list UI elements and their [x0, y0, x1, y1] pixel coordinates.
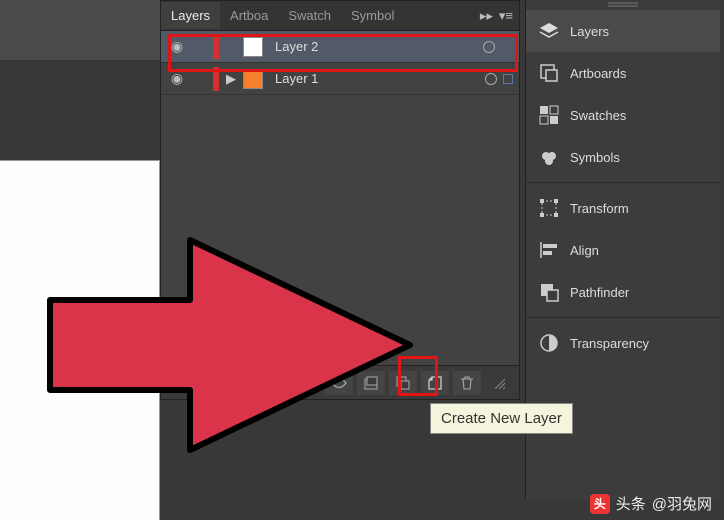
- trash-icon: [460, 376, 474, 390]
- layer-name-label[interactable]: Layer 1: [269, 71, 479, 86]
- target-icon[interactable]: [483, 41, 495, 53]
- new-layer-icon: [427, 376, 443, 390]
- visibility-toggle-icon[interactable]: ◉: [167, 70, 187, 87]
- sidebar-item-align[interactable]: Align: [526, 229, 720, 271]
- tab-symbols[interactable]: Symbol: [341, 2, 404, 29]
- sidebar-separator: [526, 317, 720, 318]
- visibility-toggle-icon[interactable]: ◉: [167, 38, 187, 55]
- make-clipping-mask-button[interactable]: [357, 371, 385, 395]
- locate-object-button[interactable]: [325, 371, 353, 395]
- sidebar-item-label: Symbols: [570, 150, 620, 165]
- layers-panel: Layers Artboa Swatch Symbol ▸▸ ▾≡ ◉ Laye…: [160, 0, 520, 400]
- swatches-icon: [538, 104, 560, 126]
- layer-thumbnail: [243, 37, 263, 57]
- transform-icon: [538, 197, 560, 219]
- layer-expand-toggle-icon[interactable]: ▶: [225, 71, 237, 87]
- watermark: 头 头条 @羽兔网: [590, 493, 712, 514]
- watermark-handle: @羽兔网: [652, 493, 712, 514]
- sidebar-item-transparency[interactable]: Transparency: [526, 322, 720, 364]
- tab-layers[interactable]: Layers: [161, 2, 220, 29]
- target-icon[interactable]: [485, 73, 497, 85]
- sidebar-item-label: Transform: [570, 201, 629, 216]
- panel-footer: [161, 365, 519, 399]
- sidebar-item-transform[interactable]: Transform: [526, 187, 720, 229]
- selection-indicator-icon[interactable]: [503, 74, 513, 84]
- panel-tab-strip: Layers Artboa Swatch Symbol ▸▸ ▾≡: [161, 1, 519, 31]
- layer-list: ◉ Layer 2 ◉ ▶ Layer 1: [161, 31, 519, 365]
- transparency-icon: [538, 332, 560, 354]
- tab-swatches[interactable]: Swatch: [278, 2, 341, 29]
- tab-artboards[interactable]: Artboa: [220, 2, 278, 29]
- sidebar-separator: [526, 182, 720, 183]
- watermark-logo-icon: 头: [590, 494, 610, 514]
- sidebar-item-label: Align: [570, 243, 599, 258]
- create-new-layer-button[interactable]: [421, 371, 449, 395]
- sidebar-item-label: Pathfinder: [570, 285, 629, 300]
- layer-name-label[interactable]: Layer 2: [269, 39, 477, 54]
- layers-icon: [538, 20, 560, 42]
- layer-row[interactable]: ◉ ▶ Layer 1: [161, 63, 519, 95]
- sidebar-item-label: Artboards: [570, 66, 626, 81]
- layer-color-strip: [213, 35, 219, 59]
- sidebar-item-pathfinder[interactable]: Pathfinder: [526, 271, 720, 313]
- sidebar-item-label: Layers: [570, 24, 609, 39]
- sidebar-item-symbols[interactable]: Symbols: [526, 136, 720, 178]
- document-canvas[interactable]: [0, 160, 160, 520]
- panel-menu-icon[interactable]: ▾≡: [499, 8, 513, 24]
- sidebar-item-label: Swatches: [570, 108, 626, 123]
- align-icon: [538, 239, 560, 261]
- layer-color-strip: [213, 67, 219, 91]
- symbols-icon: [538, 146, 560, 168]
- sidebar-item-artboards[interactable]: Artboards: [526, 52, 720, 94]
- artboards-icon: [538, 62, 560, 84]
- sidebar-grip-icon[interactable]: [526, 0, 720, 10]
- app-chrome: [0, 0, 165, 60]
- sidebar-item-label: Transparency: [570, 336, 649, 351]
- layer-row[interactable]: ◉ Layer 2: [161, 31, 519, 63]
- layer-thumbnail: [243, 69, 263, 89]
- panel-resize-grip-icon[interactable]: [485, 371, 513, 395]
- tooltip-create-new-layer: Create New Layer: [430, 403, 573, 434]
- watermark-prefix: 头条: [616, 493, 646, 514]
- create-sublayer-button[interactable]: [389, 371, 417, 395]
- expand-tabs-icon[interactable]: ▸▸: [480, 8, 493, 24]
- delete-layer-button[interactable]: [453, 371, 481, 395]
- sidebar-item-swatches[interactable]: Swatches: [526, 94, 720, 136]
- sidebar-item-layers[interactable]: Layers: [526, 10, 720, 52]
- pathfinder-icon: [538, 281, 560, 303]
